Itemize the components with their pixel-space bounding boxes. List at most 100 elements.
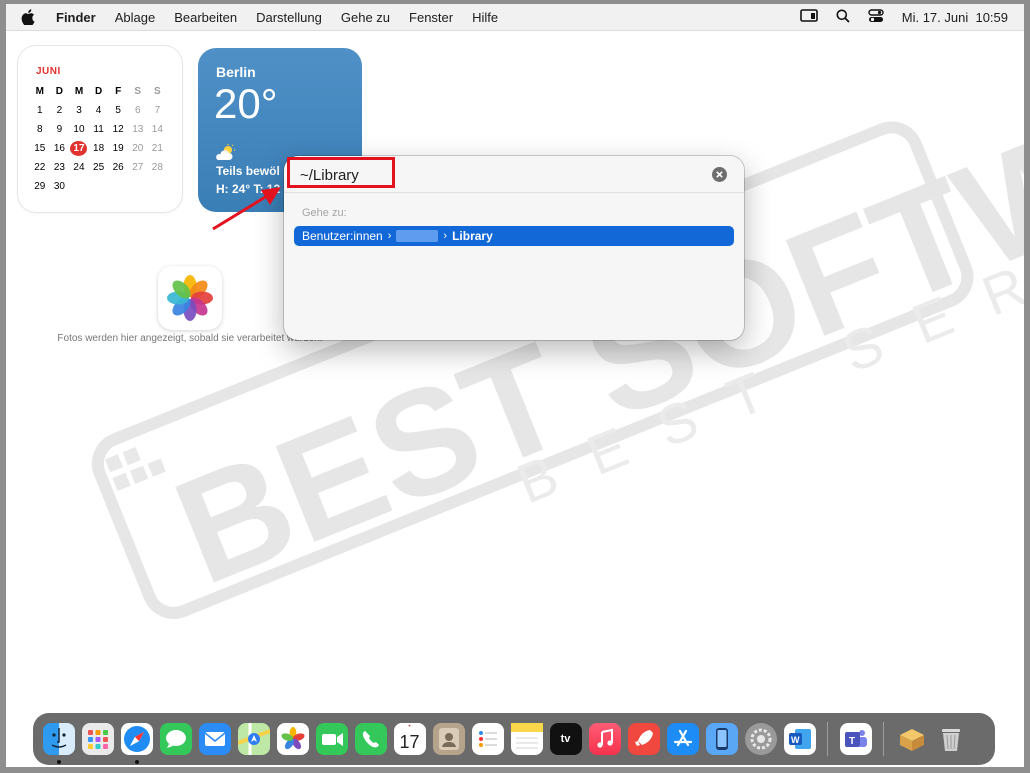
tv-label: tv [560, 733, 571, 745]
svg-text:T: T [849, 736, 855, 747]
calendar-grid: M D M D F S S 1 2 3 4 5 6 7 8 9 10 11 12 13 14 15 16 17 1… [30, 84, 167, 194]
path-separator: › [443, 230, 448, 242]
calendar-day[interactable]: 30 [50, 179, 70, 194]
weekday-label: M [35, 86, 44, 97]
path-suggestion[interactable]: Benutzer:innen › › Library [294, 226, 734, 246]
calendar-day[interactable]: 14 [148, 122, 168, 137]
safari-icon[interactable] [120, 723, 153, 764]
calendar-day [89, 179, 109, 194]
messages-icon[interactable] [159, 723, 192, 755]
app-store-icon[interactable] [666, 723, 699, 755]
calendar-day[interactable]: 9 [50, 122, 70, 137]
dock-separator [883, 722, 884, 756]
calendar-day[interactable]: 6 [128, 103, 148, 118]
calendar-day[interactable]: 26 [108, 160, 128, 175]
menu-darstellung[interactable]: Darstellung [256, 10, 322, 25]
calendar-day[interactable]: 16 [50, 141, 70, 156]
dock-separator [827, 722, 828, 756]
weather-temperature: 20° [214, 80, 278, 127]
photos-widget-icon[interactable] [158, 266, 222, 330]
menu-ablage[interactable]: Ablage [115, 10, 155, 25]
calendar-day[interactable]: 24 [69, 160, 89, 175]
weather-condition: Teils bewöl [216, 164, 280, 178]
annotation-arrow-icon [212, 187, 281, 231]
control-center-icon[interactable] [868, 8, 884, 26]
calendar-day[interactable]: 20 [128, 141, 148, 156]
weekday-label: M [74, 86, 84, 97]
calendar-day[interactable]: 23 [50, 160, 70, 175]
contacts-icon[interactable] [432, 723, 465, 755]
tv-icon[interactable]: tv [549, 723, 582, 755]
menu-bearbeiten[interactable]: Bearbeiten [174, 10, 237, 25]
mail-icon[interactable] [198, 723, 231, 755]
calendar-icon[interactable]: • 17 [393, 723, 426, 755]
calendar-day[interactable]: 10 [69, 122, 89, 137]
music-icon[interactable] [588, 723, 621, 755]
maps-icon[interactable] [236, 723, 271, 755]
photos-icon[interactable] [276, 723, 309, 755]
menu-fenster[interactable]: Fenster [409, 10, 453, 25]
weekday-label: S [134, 86, 142, 97]
path-separator: › [387, 230, 392, 242]
calendar-day[interactable]: 17 [70, 141, 88, 156]
notes-icon[interactable] [510, 723, 543, 755]
goto-section-label: Gehe zu: [302, 207, 347, 219]
calendar-day [69, 179, 89, 194]
redacted-username [396, 230, 439, 242]
calendar-day[interactable]: 7 [148, 103, 168, 118]
clear-field-icon[interactable] [712, 167, 727, 182]
launchpad-icon[interactable] [81, 723, 114, 755]
calendar-dock-day: 17 [399, 732, 420, 752]
calendar-day [148, 179, 168, 194]
rocketsim-icon[interactable] [627, 723, 660, 755]
calendar-day[interactable]: 19 [108, 141, 128, 156]
calendar-widget[interactable]: JUNI M D M D F S S 1 2 3 4 5 6 7 8 9 10 11 12 13 14 15… [18, 46, 182, 212]
apple-menu-icon[interactable] [18, 9, 38, 25]
calendar-day[interactable]: 2 [50, 103, 70, 118]
calendar-day[interactable]: 11 [89, 122, 109, 137]
calendar-day[interactable]: 5 [108, 103, 128, 118]
dock: • 17 tv W T [33, 713, 995, 765]
menubar-clock[interactable]: Mi. 17. Juni 10:59 [902, 10, 1008, 25]
calendar-day[interactable]: 15 [30, 141, 50, 156]
calendar-day[interactable]: 4 [89, 103, 109, 118]
word-icon[interactable]: W [783, 723, 816, 755]
teams-icon[interactable]: T [839, 723, 872, 755]
running-indicator [56, 760, 61, 764]
calendar-day[interactable]: 29 [30, 179, 50, 194]
system-settings-icon[interactable] [744, 723, 777, 755]
spotlight-search-icon[interactable] [836, 9, 850, 26]
calendar-day [108, 179, 128, 194]
calendar-day[interactable]: 22 [30, 160, 50, 175]
menubar: Finder Ablage Bearbeiten Darstellung Geh… [6, 4, 1024, 31]
calendar-day[interactable]: 8 [30, 122, 50, 137]
finder-icon[interactable] [42, 723, 75, 764]
menu-hilfe[interactable]: Hilfe [472, 10, 498, 25]
iphone-mirroring-icon[interactable] [705, 723, 738, 755]
menu-gehe-zu[interactable]: Gehe zu [341, 10, 390, 25]
weekday-label: D [94, 86, 103, 97]
calendar-day[interactable]: 27 [128, 160, 148, 175]
phone-icon[interactable] [354, 723, 387, 755]
archive-icon[interactable] [896, 723, 928, 755]
trash-icon[interactable] [935, 723, 967, 755]
calendar-day[interactable]: 18 [89, 141, 109, 156]
calendar-day[interactable]: 12 [108, 122, 128, 137]
screen-mirroring-icon[interactable] [799, 8, 818, 26]
calendar-month: JUNI [36, 66, 61, 77]
calendar-day[interactable]: 3 [69, 103, 89, 118]
calendar-day[interactable]: 13 [128, 122, 148, 137]
running-indicator [134, 760, 139, 764]
calendar-day[interactable]: 21 [148, 141, 168, 156]
path-segment-users: Benutzer:innen [302, 229, 383, 243]
calendar-day[interactable]: 25 [89, 160, 109, 175]
calendar-day[interactable]: 28 [148, 160, 168, 175]
menu-finder[interactable]: Finder [56, 10, 96, 25]
weekday-label: S [154, 86, 161, 97]
weather-city: Berlin [216, 64, 256, 80]
facetime-icon[interactable] [315, 723, 348, 755]
calendar-day[interactable]: 1 [30, 103, 50, 118]
reminders-icon[interactable] [471, 723, 504, 755]
weekday-label: D [55, 86, 63, 97]
svg-text:W: W [791, 735, 800, 745]
